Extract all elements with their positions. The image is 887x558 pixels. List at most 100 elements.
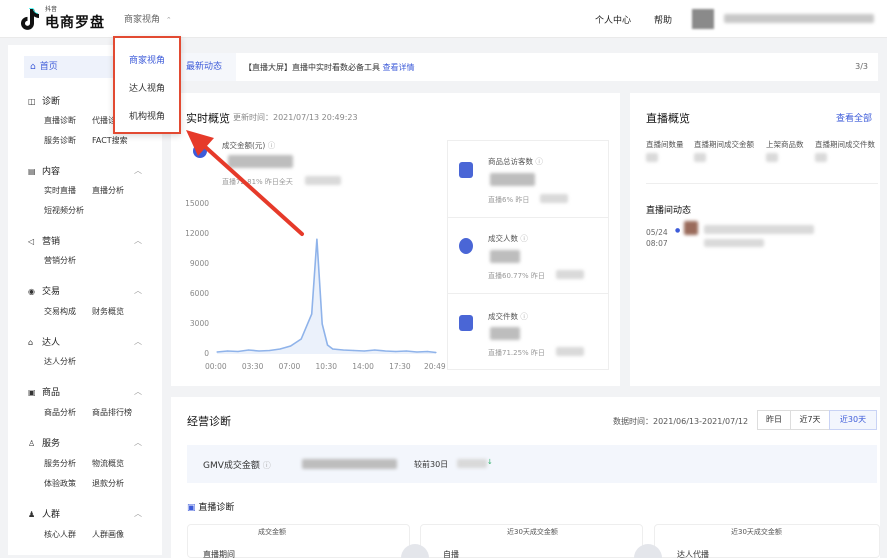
account-name-redacted[interactable] (724, 14, 874, 23)
douyin-logo-icon[interactable] (16, 6, 42, 32)
sidebar-item-refund-analysis[interactable]: 退款分析 (92, 478, 124, 489)
chart-series-line[interactable] (216, 238, 437, 354)
chart-point[interactable] (269, 349, 271, 352)
chart-point[interactable] (248, 349, 250, 351)
sidebar-group-diagnose[interactable]: ◫ 诊断 (28, 94, 60, 107)
chart-point[interactable] (226, 350, 229, 352)
nav-personal-center[interactable]: 个人中心 (595, 13, 631, 26)
chart-point[interactable] (311, 313, 313, 315)
chart-point[interactable] (353, 349, 355, 352)
chevron-up-icon[interactable]: ︿ (134, 386, 142, 397)
chart-point[interactable] (426, 350, 428, 353)
card-title: 直播概览 (646, 112, 690, 125)
diag-sub-card[interactable]: 成交金额 直播期间 (187, 524, 410, 558)
chart-point[interactable] (237, 350, 239, 353)
sidebar-item-creator-analysis[interactable]: 达人分析 (44, 356, 76, 367)
sidebar-group-label: 交易 (42, 287, 61, 297)
live-col-goods-count: 上架商品数 (766, 140, 804, 149)
chart-point[interactable] (216, 351, 218, 353)
sidebar-item-short-video[interactable]: 短视频分析 (44, 205, 84, 216)
sidebar-item-goods-analysis[interactable]: 商品分析 (44, 407, 76, 418)
sidebar-item-fact-search[interactable]: FACT搜索 (92, 135, 128, 146)
menu-item-creator-view[interactable]: 达人视角 (129, 81, 165, 94)
chart-point[interactable] (321, 323, 323, 325)
live-diagnose-icon: ▣ (187, 503, 196, 513)
y-tick-label: 9000 (189, 259, 209, 268)
diag-sub-card[interactable]: 近30天成交金额 达人代播 (654, 524, 880, 558)
avatar[interactable] (692, 9, 714, 29)
sidebar-item-goods-ranking[interactable]: 商品排行榜 (92, 407, 132, 418)
sidebar-group-service[interactable]: ♙ 服务 (28, 436, 60, 449)
chevron-up-icon[interactable]: ︿ (134, 336, 142, 347)
sidebar-item-marketing-analysis[interactable]: 营销分析 (44, 255, 76, 266)
dynamics-time: 08:07 (646, 239, 668, 248)
sidebar-item-finance-overview[interactable]: 财务概览 (92, 306, 124, 317)
chart-point[interactable] (332, 348, 334, 350)
divider (646, 183, 878, 184)
live-thumbnail-redacted[interactable] (684, 221, 698, 235)
kpi-label: 成交人数 ⓘ (488, 233, 528, 244)
sidebar-item-logistics-overview[interactable]: 物流概览 (92, 458, 124, 469)
chart-point[interactable] (405, 350, 407, 352)
sidebar-group-creator[interactable]: ⌂ 达人 (28, 335, 60, 348)
chevron-up-icon[interactable]: ︿ (134, 235, 142, 246)
diag-sub-card[interactable]: 近30天成交金额 自播 (420, 524, 643, 558)
menu-item-agency-view[interactable]: 机构视角 (129, 109, 165, 122)
view-all-link[interactable]: 查看全部 (836, 111, 872, 124)
chart-point[interactable] (326, 344, 329, 346)
live-value-redacted (766, 153, 778, 162)
live-col-room-count: 直播间数量 (646, 140, 684, 149)
sidebar-item-realtime-live[interactable]: 实时直播 (44, 185, 76, 196)
sidebar-group-content[interactable]: ▤ 内容 (28, 164, 60, 177)
chevron-up-icon[interactable]: ︿ (134, 285, 142, 296)
goods-icon: ▣ (28, 388, 36, 397)
chevron-up-icon: ⌃ (165, 16, 172, 24)
live-value-redacted (815, 153, 827, 162)
gmv-summary-value-redacted (302, 459, 397, 469)
sidebar-item-trade-structure[interactable]: 交易构成 (44, 306, 76, 317)
product-name[interactable]: 电商罗盘 (45, 12, 105, 32)
sidebar-group-marketing[interactable]: ◁ 营销 (28, 234, 60, 247)
view-details-link[interactable]: 查看详情 (383, 63, 415, 72)
sidebar-item-live-analysis[interactable]: 直播分析 (92, 185, 124, 196)
info-icon[interactable]: ⓘ (520, 234, 528, 243)
chart-point[interactable] (374, 349, 376, 351)
chart-point[interactable] (384, 350, 386, 352)
nav-help[interactable]: 帮助 (654, 13, 672, 26)
range-30d-button[interactable]: 近30天 (829, 410, 877, 430)
gmv-summary-label: GMV成交金额 ⓘ (203, 458, 271, 471)
sidebar-item-service-analysis[interactable]: 服务分析 (44, 458, 76, 469)
chevron-up-icon[interactable]: ︿ (134, 437, 142, 448)
chart-point[interactable] (258, 350, 260, 352)
kpi-compare: 直播6% 昨日 (488, 196, 530, 204)
info-icon[interactable]: ⓘ (535, 157, 543, 166)
sidebar-item-service-diagnose[interactable]: 服务诊断 (44, 135, 76, 146)
chart-point[interactable] (316, 238, 318, 240)
sidebar-item-live-diagnose[interactable]: 直播诊断 (44, 115, 76, 126)
chart-point[interactable] (290, 345, 292, 347)
chart-point[interactable] (300, 338, 302, 340)
tab-latest-news[interactable]: 最新动态 (174, 53, 236, 81)
chart-point[interactable] (435, 351, 437, 354)
range-7d-button[interactable]: 近7天 (790, 410, 830, 430)
range-yesterday-button[interactable]: 昨日 (757, 410, 791, 430)
sidebar-group-trade[interactable]: ◉ 交易 (28, 284, 60, 297)
creator-icon: ⌂ (28, 338, 34, 347)
sidebar-item-home[interactable]: ⌂ 首页 (24, 56, 122, 78)
chart-point[interactable] (363, 350, 365, 352)
sidebar-item-core-crowd[interactable]: 核心人群 (44, 529, 76, 540)
sidebar-item-crowd-portrait[interactable]: 人群画像 (92, 529, 124, 540)
info-icon[interactable]: ⓘ (263, 461, 271, 470)
info-icon[interactable]: ⓘ (520, 312, 528, 321)
chevron-up-icon[interactable]: ︿ (134, 165, 142, 176)
chart-point[interactable] (416, 351, 418, 353)
view-switch-dropdown[interactable]: 商家视角 ⌃ (124, 12, 172, 25)
sidebar-group-crowd[interactable]: ♟ 人群 (28, 507, 60, 520)
sidebar-group-goods[interactable]: ▣ 商品 (28, 385, 60, 398)
chevron-up-icon[interactable]: ︿ (134, 508, 142, 519)
menu-item-merchant-view[interactable]: 商家视角 (129, 53, 165, 66)
chart-point[interactable] (279, 348, 281, 350)
chart-point[interactable] (342, 349, 344, 351)
sidebar-item-experience-policy[interactable]: 体验政策 (44, 478, 76, 489)
chart-point[interactable] (395, 350, 397, 353)
